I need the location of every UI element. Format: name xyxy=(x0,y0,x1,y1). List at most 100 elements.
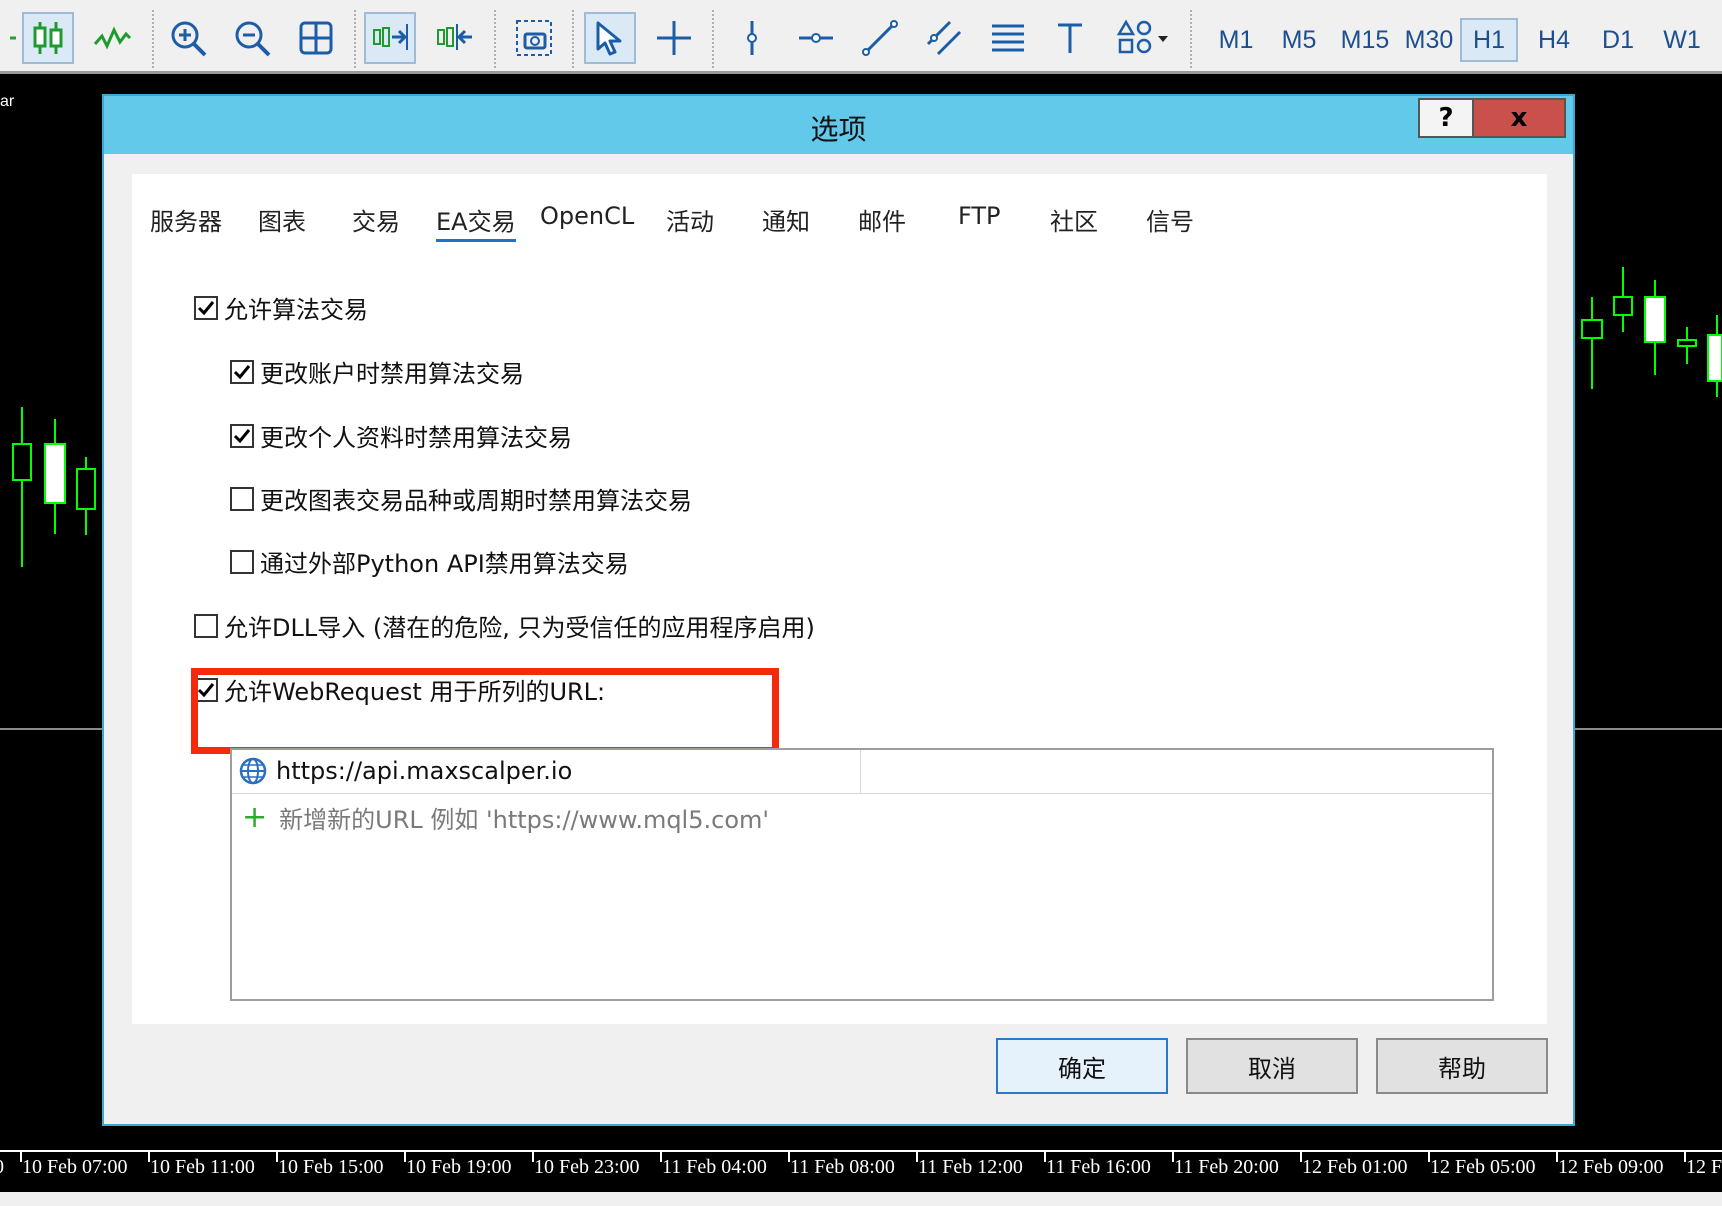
trendline-tool-button[interactable] xyxy=(854,12,906,64)
shapes-icon xyxy=(1116,19,1168,54)
horizontal-line-tool-button[interactable] xyxy=(790,12,842,64)
partial-toolbar-icon[interactable] xyxy=(0,12,22,64)
allow-dll-imports-option[interactable]: 允许DLL导入 (潜在的危险, 只为受信任的应用程序启用) xyxy=(194,608,815,643)
time-axis: 0 10 Feb 07:00 10 Feb 11:00 10 Feb 15:00… xyxy=(0,1150,1722,1190)
time-tick: 12 F xyxy=(1686,1156,1722,1178)
disable-via-python-api-option[interactable]: 通过外部Python API禁用算法交易 xyxy=(230,544,629,579)
crosshair-icon xyxy=(657,21,691,55)
trendline-icon xyxy=(862,20,898,56)
horizontal-line-icon xyxy=(799,33,833,43)
url-list[interactable]: https://api.maxscalper.io + 新增新的URL 例如 '… xyxy=(230,748,1494,1001)
timeframe-h4[interactable]: H4 xyxy=(1526,18,1582,62)
candle-body xyxy=(76,468,96,510)
candle-body xyxy=(44,443,66,504)
screenshot-button[interactable] xyxy=(508,12,560,64)
shapes-tool-dropdown[interactable] xyxy=(1108,12,1180,64)
list-item[interactable]: https://api.maxscalper.io xyxy=(232,750,1492,794)
option-label: 允许算法交易 xyxy=(224,296,368,324)
ok-button[interactable]: 确定 xyxy=(996,1038,1168,1094)
crosshair-tool-button[interactable] xyxy=(648,12,700,64)
globe-icon xyxy=(239,757,267,785)
add-url-row[interactable]: + 新增新的URL 例如 'https://www.mql5.com' xyxy=(242,800,769,835)
cancel-button[interactable]: 取消 xyxy=(1186,1038,1358,1094)
checkbox-unchecked[interactable] xyxy=(194,613,218,638)
fibonacci-icon xyxy=(992,24,1024,52)
timeframe-m1[interactable]: M1 xyxy=(1210,18,1262,62)
timeframe-m5[interactable]: M5 xyxy=(1272,18,1326,62)
cursor-arrow-icon xyxy=(596,21,622,56)
checkmark-icon xyxy=(233,364,251,379)
time-tick: 12 Feb 05:00 xyxy=(1430,1156,1536,1178)
close-button[interactable]: x xyxy=(1474,98,1566,138)
checkbox-checked[interactable] xyxy=(230,359,254,384)
add-url-hint: 新增新的URL 例如 'https://www.mql5.com' xyxy=(279,806,769,834)
vertical-line-icon xyxy=(747,21,757,55)
checkbox-checked[interactable] xyxy=(194,295,218,320)
tab-opencl[interactable]: OpenCL xyxy=(540,202,634,230)
chart-shift-button[interactable] xyxy=(428,12,480,64)
candlestick-chart-button[interactable] xyxy=(22,12,74,64)
time-tick: 11 Feb 08:00 xyxy=(790,1156,895,1178)
disable-on-profile-change-option[interactable]: 更改个人资料时禁用算法交易 xyxy=(230,418,572,453)
zoom-out-icon xyxy=(235,21,271,57)
channel-tool-button[interactable] xyxy=(918,12,970,64)
candle-body xyxy=(1581,319,1603,339)
candle-body xyxy=(1644,296,1666,343)
highlight-annotation xyxy=(191,668,779,754)
grid-icon xyxy=(299,21,333,55)
timeframe-w1[interactable]: W1 xyxy=(1654,18,1710,62)
tab-notifications[interactable]: 通知 xyxy=(762,202,810,237)
option-label: 更改个人资料时禁用算法交易 xyxy=(260,424,572,452)
help-button[interactable]: 帮助 xyxy=(1376,1038,1548,1094)
tab-events[interactable]: 活动 xyxy=(666,202,714,237)
bottom-tab-strip xyxy=(0,1192,1722,1206)
tile-windows-button[interactable] xyxy=(290,12,342,64)
tab-community[interactable]: 社区 xyxy=(1050,202,1098,237)
time-tick: 11 Feb 04:00 xyxy=(662,1156,767,1178)
timeframe-h1[interactable]: H1 xyxy=(1460,18,1518,62)
tab-email[interactable]: 邮件 xyxy=(858,202,906,237)
title-help-button[interactable]: ? xyxy=(1418,98,1474,138)
timeframe-m30[interactable]: M30 xyxy=(1400,18,1458,62)
checkbox-unchecked[interactable] xyxy=(230,486,254,511)
text-tool-button[interactable] xyxy=(1044,12,1096,64)
timeframe-m15[interactable]: M15 xyxy=(1336,18,1394,62)
option-label: 更改账户时禁用算法交易 xyxy=(260,360,524,388)
time-tick: 10 Feb 15:00 xyxy=(278,1156,384,1178)
option-label: 更改图表交易品种或周期时禁用算法交易 xyxy=(260,487,692,515)
checkbox-unchecked[interactable] xyxy=(230,549,254,574)
dialog-body: 服务器 图表 交易 EA交易 OpenCL 活动 通知 邮件 FTP 社区 信号… xyxy=(104,154,1573,1124)
timeframe-d1[interactable]: D1 xyxy=(1590,18,1646,62)
auto-scroll-button[interactable] xyxy=(364,12,416,64)
zoom-out-button[interactable] xyxy=(226,12,278,64)
options-dialog: 选项 ? x 服务器 图表 交易 EA交易 OpenCL 活动 通知 邮件 FT… xyxy=(102,94,1575,1126)
dialog-title: 选项 xyxy=(810,113,867,146)
time-tick: 10 Feb 07:00 xyxy=(22,1156,128,1178)
checkbox-checked[interactable] xyxy=(230,423,254,448)
candle-body xyxy=(1707,334,1722,382)
text-icon xyxy=(1058,23,1082,53)
tab-charts[interactable]: 图表 xyxy=(258,202,306,237)
time-axis-fragment: 0 xyxy=(0,1156,4,1179)
time-tick: 11 Feb 16:00 xyxy=(1046,1156,1151,1178)
disable-on-symbol-change-option[interactable]: 更改图表交易品种或周期时禁用算法交易 xyxy=(230,481,692,516)
tab-signals[interactable]: 信号 xyxy=(1146,202,1194,237)
disable-on-account-change-option[interactable]: 更改账户时禁用算法交易 xyxy=(230,354,524,389)
camera-icon xyxy=(516,20,552,56)
tab-server[interactable]: 服务器 xyxy=(150,202,222,237)
vertical-line-tool-button[interactable] xyxy=(726,12,778,64)
time-tick: 10 Feb 11:00 xyxy=(150,1156,255,1178)
tab-ftp[interactable]: FTP xyxy=(958,202,1001,230)
zoom-in-button[interactable] xyxy=(162,12,214,64)
option-label: 允许DLL导入 (潜在的危险, 只为受信任的应用程序启用) xyxy=(224,614,815,642)
tab-expert-advisors[interactable]: EA交易 xyxy=(436,202,516,242)
time-tick: 10 Feb 19:00 xyxy=(406,1156,512,1178)
time-tick: 10 Feb 23:00 xyxy=(534,1156,640,1178)
line-chart-button[interactable] xyxy=(86,12,138,64)
option-label: 通过外部Python API禁用算法交易 xyxy=(260,550,629,578)
cursor-tool-button[interactable] xyxy=(584,12,636,64)
fibonacci-tool-button[interactable] xyxy=(982,12,1034,64)
allow-algo-trading-option[interactable]: 允许算法交易 xyxy=(194,290,368,325)
time-tick: 11 Feb 12:00 xyxy=(918,1156,1023,1178)
tab-trade[interactable]: 交易 xyxy=(352,202,400,237)
